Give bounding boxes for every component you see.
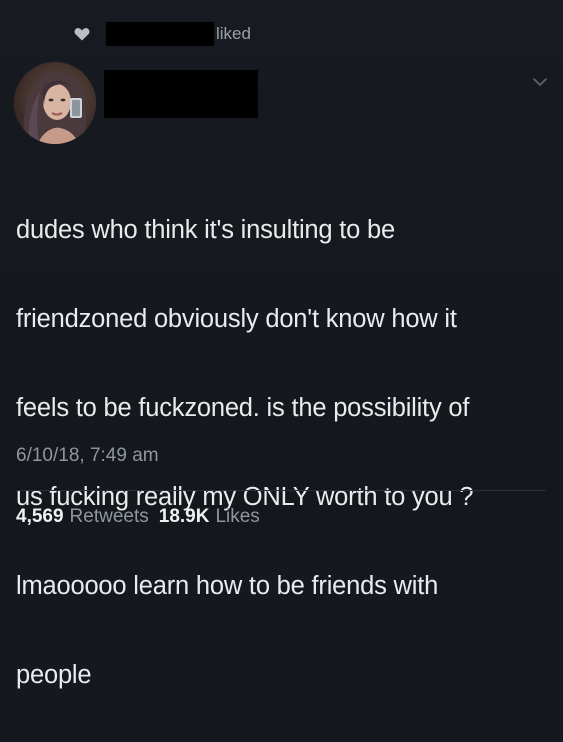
- tweet-text-line: people: [16, 660, 92, 689]
- profile-photo-icon: [14, 62, 96, 144]
- tweet-text-line: feels to be fuckzoned. is the possibilit…: [16, 393, 470, 422]
- likes-stat[interactable]: 18.9K Likes: [159, 506, 260, 528]
- tweet-timestamp[interactable]: 6/10/18, 7:49 am: [16, 445, 159, 467]
- tweet-stats: 4,569 Retweets 18.9K Likes: [16, 506, 260, 528]
- heart-icon: [74, 28, 90, 41]
- liked-by-row: liked: [74, 22, 251, 46]
- redacted-liker-name: [106, 22, 214, 46]
- avatar[interactable]: [14, 62, 96, 144]
- liked-label: liked: [216, 24, 251, 43]
- retweets-count: 4,569: [16, 506, 64, 527]
- likes-count: 18.9K: [158, 506, 210, 527]
- retweets-label: Retweets: [69, 506, 149, 527]
- tweet-text-line: dudes who think it's insulting to be: [16, 215, 395, 244]
- divider: [16, 490, 546, 491]
- tweet-card: liked dudes who think it's insulting to …: [0, 0, 563, 689]
- tweet-text-line: friendzoned obviously don't know how it: [16, 304, 457, 333]
- retweets-stat[interactable]: 4,569 Retweets: [16, 506, 149, 528]
- likes-label: Likes: [215, 506, 260, 527]
- tweet-text-line: lmaooooo learn how to be friends with: [16, 571, 439, 600]
- chevron-down-icon[interactable]: [532, 76, 548, 88]
- redacted-author-name: [104, 70, 258, 118]
